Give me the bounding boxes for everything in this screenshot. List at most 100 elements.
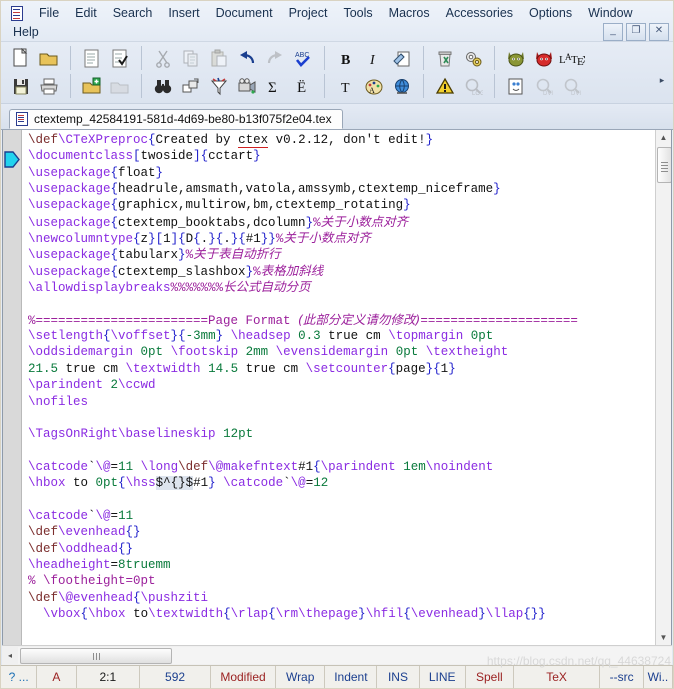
text-tool-icon[interactable]: T [332, 72, 360, 100]
status-length[interactable]: 592 [140, 666, 211, 688]
code-token: { [148, 133, 156, 147]
code-token: 8truemm [118, 557, 171, 572]
open-folder-icon[interactable] [35, 44, 63, 72]
code-token: 关于表自动折行 [193, 246, 281, 262]
preview-page-icon[interactable] [502, 72, 530, 100]
status-wrap[interactable]: Wrap [276, 666, 326, 688]
scroll-left-arrow-icon[interactable]: ◂ [2, 647, 18, 664]
document-properties-icon[interactable] [78, 44, 106, 72]
menu-window[interactable]: Window [580, 4, 640, 22]
status-line[interactable]: LINE [420, 666, 466, 688]
sum-sigma-icon[interactable]: Σ [261, 72, 289, 100]
code-token: 1em [403, 459, 426, 474]
wizard-insert-icon[interactable] [388, 44, 416, 72]
close-button[interactable]: ✕ [649, 23, 669, 41]
save-icon[interactable] [7, 72, 35, 100]
bookmark-arrow-icon[interactable] [4, 151, 20, 168]
code-token: \@ [290, 476, 306, 491]
horizontal-scrollbar[interactable]: ◂ [2, 645, 672, 665]
code-line: \def\oddhead{} [28, 541, 655, 557]
code-token: \@makefntext [208, 459, 299, 474]
status-insert[interactable]: INS [377, 666, 420, 688]
find-binoculars-icon[interactable] [149, 72, 177, 100]
code-token: \usepackage [28, 215, 111, 230]
editor-gutter[interactable] [3, 130, 22, 645]
menu-tools[interactable]: Tools [335, 4, 380, 22]
code-token: } [178, 248, 186, 263]
bold-icon[interactable]: B [332, 44, 360, 72]
menu-macros[interactable]: Macros [381, 4, 438, 22]
menu-insert[interactable]: Insert [160, 4, 207, 22]
code-token: { [313, 459, 321, 474]
menu-project[interactable]: Project [281, 4, 336, 22]
horizontal-scroll-thumb[interactable] [20, 648, 172, 664]
symbols-palette-icon[interactable]: A [360, 72, 388, 100]
trash-clean-icon[interactable] [431, 44, 459, 72]
open-project-icon[interactable] [78, 72, 106, 100]
code-token: \parindent [320, 459, 396, 474]
code-token: \parindent [28, 378, 104, 393]
accent-umlaut-icon[interactable]: Ë [289, 72, 317, 100]
status-spell[interactable]: Spell [466, 666, 514, 688]
status-mode-tex[interactable]: TeX [514, 666, 601, 688]
code-editor[interactable]: \def\CTeXPreproc{Created by ctex v0.2.12… [22, 130, 655, 645]
code-token: graphicx,multirow,bm,ctextemp_rotating [118, 198, 404, 213]
code-token: } [538, 606, 546, 621]
svg-text:X: X [582, 54, 585, 66]
menu-edit[interactable]: Edit [67, 4, 105, 22]
code-token: { [110, 182, 119, 197]
restore-button[interactable]: ❐ [626, 23, 646, 41]
filter-funnel-icon[interactable] [205, 72, 233, 100]
status-window[interactable]: Wi.. [644, 666, 673, 688]
web-globe-icon[interactable] [388, 72, 416, 100]
code-line: \hbox to 0pt{\hss$^{}$#1} \catcode`\@=12 [28, 475, 655, 491]
scroll-down-arrow-icon[interactable]: ▼ [656, 630, 671, 645]
toolbar-overflow-icon[interactable]: ▸ [657, 74, 667, 86]
toolbar-separator [494, 74, 495, 98]
status-position[interactable]: 2:1 [77, 666, 141, 688]
italic-icon[interactable]: I [360, 44, 388, 72]
gears-icon[interactable] [459, 44, 487, 72]
latex-compile-icon[interactable]: LATEX [558, 44, 586, 72]
code-token: \baselineskip [118, 427, 216, 442]
video-camera-icon[interactable] [233, 72, 261, 100]
status-help[interactable]: ? ... [1, 666, 38, 688]
undo-arrow-icon[interactable] [233, 44, 261, 72]
code-token: \usepackage [28, 182, 111, 197]
code-token: ` [283, 476, 291, 491]
vertical-scrollbar[interactable]: ▲ ▼ [655, 130, 671, 645]
code-token: } [125, 541, 134, 556]
scroll-up-arrow-icon[interactable]: ▲ [656, 130, 671, 145]
code-token: { [118, 541, 126, 556]
minimize-button[interactable]: _ [603, 23, 623, 41]
status-src[interactable]: --src [600, 666, 644, 688]
code-token: \hfil [365, 606, 404, 621]
cat-green-icon[interactable] [502, 44, 530, 72]
new-document-icon[interactable] [7, 44, 35, 72]
spell-check-abc-icon[interactable]: ABC [289, 44, 317, 72]
warning-triangle-icon[interactable] [431, 72, 459, 100]
menu-help[interactable]: Help [5, 23, 47, 41]
devil-red-icon[interactable] [530, 44, 558, 72]
winedt-window: File Edit Search Insert Document Project Tools… [0, 0, 674, 689]
status-modified[interactable]: Modified [211, 666, 277, 688]
status-indent[interactable]: Indent [325, 666, 378, 688]
code-line: \usepackage{ctextemp_slashbox}%表格加斜线 [28, 263, 655, 279]
menu-accessories[interactable]: Accessories [438, 4, 521, 22]
horizontal-scroll-track[interactable] [18, 647, 672, 664]
status-mode[interactable]: A [37, 666, 77, 688]
document-tab[interactable]: ctextemp_42584191-581d-4d69-be80-b13f075… [9, 109, 343, 129]
vertical-scroll-thumb[interactable] [657, 147, 671, 183]
code-token: \evenhead [410, 606, 479, 621]
menu-file[interactable]: File [31, 4, 67, 22]
menu-document[interactable]: Document [208, 4, 281, 22]
menu-options[interactable]: Options [521, 4, 580, 22]
replace-icon[interactable] [177, 72, 205, 100]
code-token: { [388, 361, 396, 376]
print-icon[interactable] [35, 72, 63, 100]
code-token: \evenhead [58, 525, 126, 540]
code-line: %=======================Page Format (此部分… [28, 312, 655, 328]
document-check-icon[interactable] [106, 44, 134, 72]
menu-search[interactable]: Search [105, 4, 161, 22]
